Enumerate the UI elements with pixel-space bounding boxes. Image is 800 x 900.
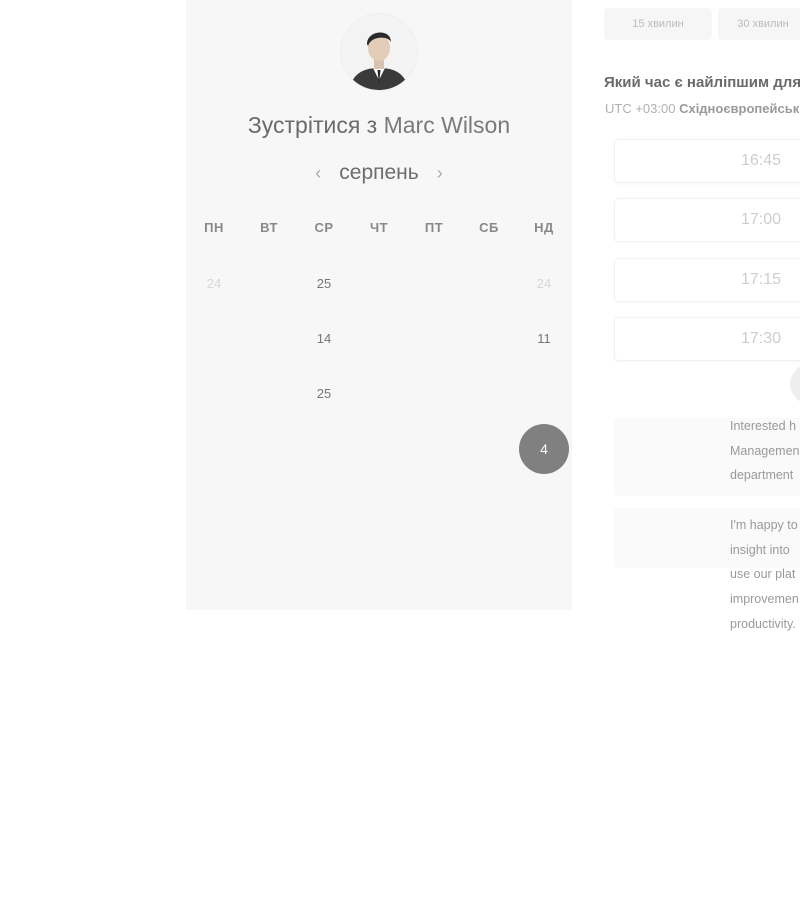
timezone-offset: UTC +03:00 bbox=[605, 101, 676, 116]
month-navigation: ‹ серпень › bbox=[186, 158, 572, 188]
calendar-day bbox=[249, 329, 289, 349]
scroll-button[interactable] bbox=[790, 364, 800, 404]
weekday-label: ЧТ bbox=[369, 220, 389, 235]
calendar-day bbox=[359, 439, 399, 459]
duration-30-button[interactable]: 30 хвилин bbox=[718, 8, 800, 40]
calendar-day bbox=[414, 274, 454, 294]
calendar-day bbox=[469, 439, 509, 459]
timezone-label[interactable]: UTC +03:00 Східноєвропейський bbox=[605, 101, 800, 116]
calendar-day bbox=[304, 494, 344, 514]
message-line: improvemen bbox=[730, 592, 799, 607]
calendar-day bbox=[469, 494, 509, 514]
calendar-day bbox=[249, 439, 289, 459]
month-label: серпень bbox=[339, 161, 419, 184]
calendar-day bbox=[194, 329, 234, 349]
weekday-label: ПТ bbox=[424, 220, 444, 235]
calendar-day bbox=[359, 384, 399, 404]
calendar-day bbox=[414, 329, 454, 349]
message-line: insight into bbox=[730, 542, 790, 557]
calendar-day bbox=[414, 439, 454, 459]
message-line: use our plat bbox=[730, 567, 796, 582]
time-slot[interactable]: 16:45 bbox=[614, 139, 800, 183]
calendar-day bbox=[414, 494, 454, 514]
calendar-day bbox=[359, 329, 399, 349]
calendar-day bbox=[469, 329, 509, 349]
time-question: Який час є найліпшим для bbox=[604, 74, 800, 91]
calendar-day bbox=[194, 494, 234, 514]
calendar-day bbox=[524, 384, 564, 404]
calendar-day: 24 bbox=[206, 276, 222, 291]
calendar-day bbox=[359, 274, 399, 294]
calendar-day bbox=[469, 274, 509, 294]
weekday-label: СБ bbox=[479, 220, 499, 235]
calendar-day bbox=[249, 384, 289, 404]
calendar-day[interactable]: 25 bbox=[304, 274, 344, 294]
message-line: I'm happy to bbox=[730, 518, 798, 532]
calendar-day bbox=[469, 384, 509, 404]
calendar-day: 24 bbox=[536, 276, 552, 291]
booking-panel: 15 хвилин 30 хвилин Який час є найліпшим… bbox=[572, 0, 800, 900]
calendar-day bbox=[194, 439, 234, 459]
calendar-day-selected[interactable]: 4 bbox=[519, 424, 569, 474]
calendar-day bbox=[524, 494, 564, 514]
message-line: Managemen bbox=[730, 443, 800, 458]
message-line: productivity. bbox=[730, 616, 796, 631]
calendar-day[interactable]: 14 bbox=[304, 329, 344, 349]
calendar-day bbox=[414, 384, 454, 404]
time-slot[interactable]: 17:30 bbox=[614, 317, 800, 361]
calendar-day bbox=[249, 274, 289, 294]
calendar-day bbox=[359, 494, 399, 514]
calendar-day[interactable]: 25 bbox=[304, 384, 344, 404]
message-line: department bbox=[730, 468, 794, 483]
duration-15-button[interactable]: 15 хвилин bbox=[604, 8, 712, 40]
time-slot[interactable]: 17:15 bbox=[614, 258, 800, 302]
timezone-name: Східноєвропейський bbox=[679, 101, 800, 116]
avatar bbox=[341, 14, 417, 90]
weekday-header: ПН ВТ СР ЧТ ПТ СБ НД bbox=[186, 220, 572, 238]
message-line: Interested h bbox=[730, 419, 797, 433]
time-slot[interactable]: 17:00 bbox=[614, 198, 800, 242]
weekday-label: ВТ bbox=[260, 220, 278, 235]
meeting-title: Зустрітися з Marc Wilson bbox=[186, 112, 572, 139]
calendar-day bbox=[194, 384, 234, 404]
calendar-day bbox=[304, 439, 344, 459]
calendar-day[interactable]: 11 bbox=[524, 329, 564, 349]
message-paragraph: I'm happy to insight into use our plat i… bbox=[730, 513, 800, 637]
weekday-label: СР bbox=[314, 220, 334, 235]
host-name: Marc Wilson bbox=[383, 112, 511, 138]
calendar-day bbox=[249, 494, 289, 514]
message-paragraph: Interested h Managemen department bbox=[730, 414, 800, 488]
weekday-label: НД bbox=[534, 220, 554, 235]
chevron-right-icon[interactable]: › bbox=[433, 163, 447, 184]
calendar-panel: Зустрітися з Marc Wilson ‹ серпень › ПН … bbox=[186, 0, 572, 610]
weekday-label: ПН bbox=[204, 220, 224, 235]
meeting-title-prefix: Зустрітися з bbox=[247, 112, 378, 138]
chevron-left-icon[interactable]: ‹ bbox=[311, 163, 325, 184]
